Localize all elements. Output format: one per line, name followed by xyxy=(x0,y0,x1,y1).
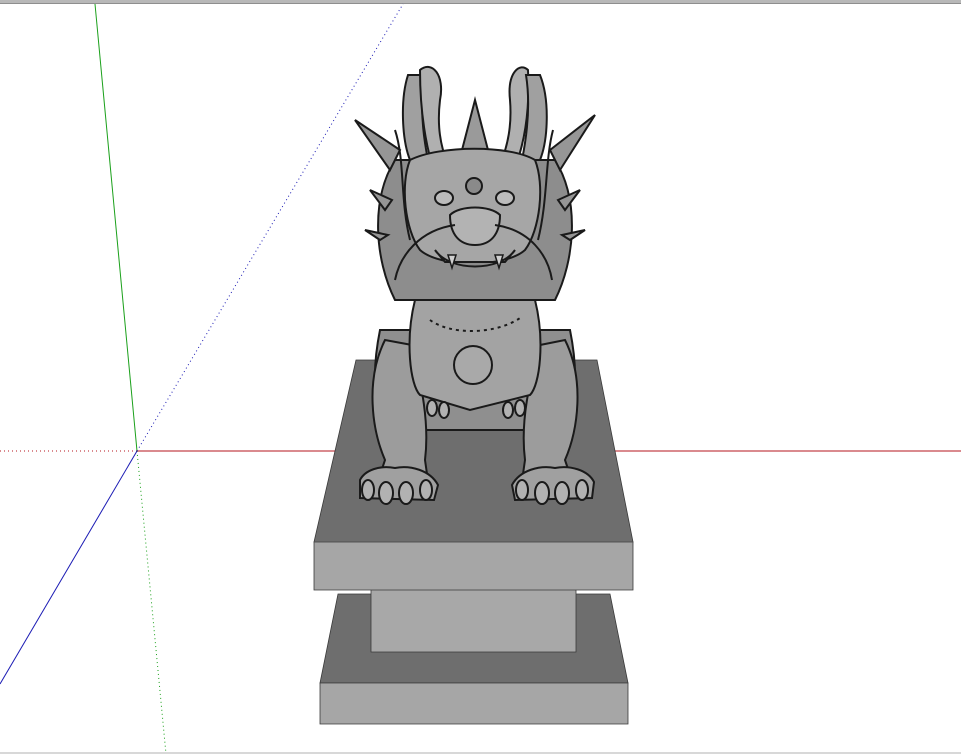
bell-pendant xyxy=(453,345,493,385)
head xyxy=(403,147,542,265)
left-eye xyxy=(434,190,454,206)
3d-modeling-viewport[interactable] xyxy=(0,0,961,754)
right-eye xyxy=(495,190,515,206)
forehead-jewel xyxy=(465,177,483,195)
scene-canvas[interactable] xyxy=(0,0,961,754)
blue-axis xyxy=(0,450,138,685)
pedestal-neck xyxy=(370,587,577,653)
pedestal-top-front xyxy=(313,541,634,591)
green-axis xyxy=(94,3,138,452)
snout xyxy=(448,206,502,247)
pedestal-bottom-front xyxy=(319,682,629,725)
head-spike xyxy=(460,96,490,151)
green-axis-hidden xyxy=(136,450,167,754)
